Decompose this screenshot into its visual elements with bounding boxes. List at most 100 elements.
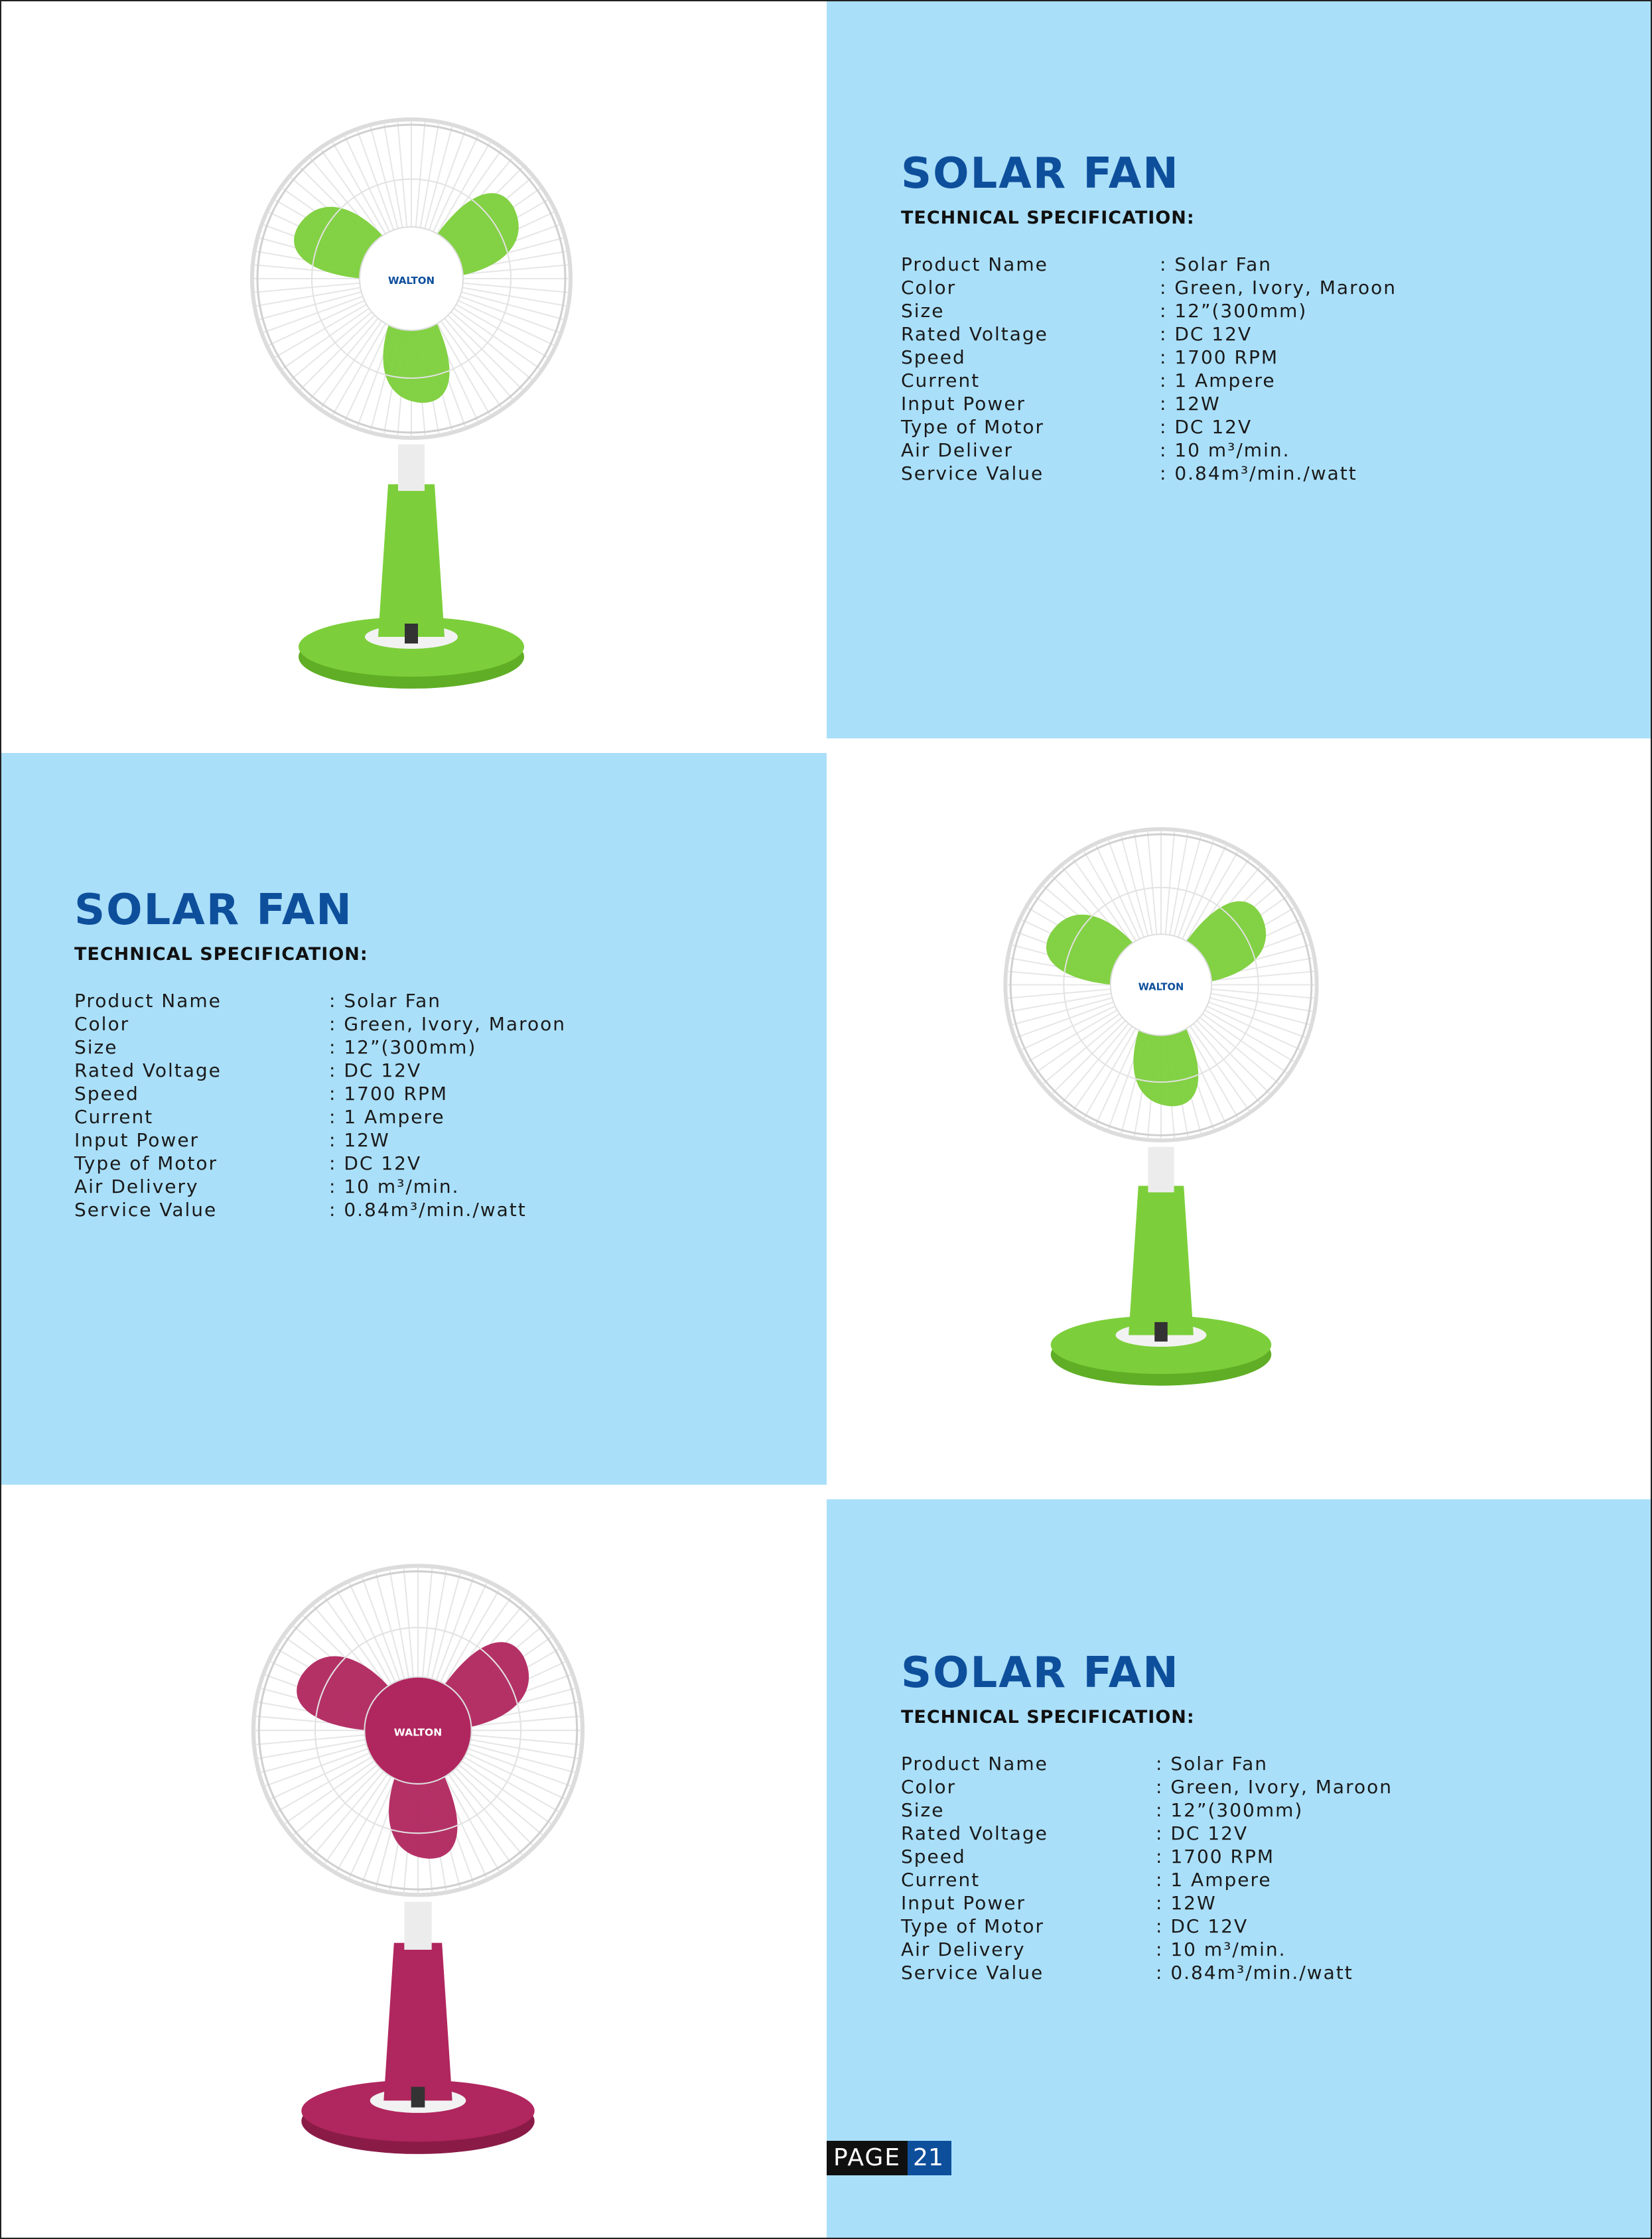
spec-value: : 10 m³/min. xyxy=(329,1176,460,1197)
spec-label: Rated Voltage xyxy=(74,1059,222,1081)
spec-row: Color : Green, Ivory, Maroon xyxy=(901,1775,1498,1798)
spec-value: : DC 12V xyxy=(1156,1822,1249,1844)
spec-label: Size xyxy=(74,1036,118,1058)
spec-value: : 12W xyxy=(1156,1892,1217,1914)
spec-row: Color : Green, Ivory, Maroon xyxy=(74,1012,671,1036)
spec-row: Current : 1 Ampere xyxy=(901,369,1498,392)
spec-row: Input Power : 12W xyxy=(901,1891,1498,1915)
spec-label: Current xyxy=(901,370,981,391)
page-label: PAGE xyxy=(827,2141,908,2175)
spec-row: Size : 12”(300mm) xyxy=(74,1036,671,1059)
spec-label: Color xyxy=(74,1013,130,1035)
spec-row: Service Value : 0.84m³/min./watt xyxy=(901,1961,1498,1984)
spec-row: Rated Voltage: DC 12V xyxy=(901,1822,1498,1845)
spec-label: Input Power xyxy=(901,393,1026,415)
spec-list: Product Name : Solar Fan Color : Green, Ivo… xyxy=(74,989,671,1221)
spec-row: Air Delivery : 10 m³/min. xyxy=(901,1938,1498,1961)
spec-value: : DC 12V xyxy=(1160,323,1253,345)
spec-label: Color xyxy=(901,277,957,299)
spec-value: : 1 Ampere xyxy=(1156,1869,1272,1891)
spec-row: Rated Voltage: DC 12V xyxy=(74,1059,671,1082)
spec-row: Type of Motor: DC 12V xyxy=(901,1915,1498,1938)
section-title: SOLAR FAN xyxy=(74,886,353,935)
spec-row: Product Name : Solar Fan xyxy=(901,1752,1498,1775)
spec-row: Input Power : 12W xyxy=(901,392,1498,415)
green-fan-image: WALTON xyxy=(989,823,1334,1406)
spec-value: : 12”(300mm) xyxy=(329,1036,477,1058)
spec-label: Color xyxy=(901,1776,957,1798)
spec-row: Size: 12”(300mm) xyxy=(901,1798,1498,1822)
spec-label: Type of Motor xyxy=(901,416,1045,438)
spec-value: : 12W xyxy=(1160,393,1221,415)
spec-row: Air Deliver: 10 m³/min. xyxy=(901,439,1498,462)
section-subtitle: TECHNICAL SPECIFICATION: xyxy=(901,1707,1195,1728)
spec-label: Type of Motor xyxy=(74,1152,218,1174)
spec-row: Color : Green, Ivory, Maroon xyxy=(901,276,1498,299)
spec-value: : 0.84m³/min./watt xyxy=(329,1199,527,1221)
spec-label: Input Power xyxy=(901,1892,1026,1914)
spec-value: : Solar Fan xyxy=(1160,253,1273,275)
spec-label: Size xyxy=(901,300,945,322)
spec-label: Air Delivery xyxy=(901,1938,1026,1960)
spec-row: Product Name : Solar Fan xyxy=(901,253,1498,276)
svg-text:WALTON: WALTON xyxy=(1138,981,1184,992)
spec-value: : Green, Ivory, Maroon xyxy=(1160,277,1397,299)
spec-label: Air Delivery xyxy=(74,1176,199,1197)
green-fan-image: WALTON xyxy=(245,113,577,710)
spec-label: Speed xyxy=(901,1846,966,1867)
spec-row: Service Value : 0.84m³/min./watt xyxy=(74,1198,671,1221)
page-number-tag: PAGE 21 xyxy=(827,2141,951,2175)
section-subtitle: TECHNICAL SPECIFICATION: xyxy=(74,944,368,965)
spec-label: Service Value xyxy=(901,462,1044,484)
section-title: SOLAR FAN xyxy=(901,1649,1180,1698)
spec-row: Service Value : 0.84m³/min./watt xyxy=(901,462,1498,485)
spec-label: Current xyxy=(901,1869,981,1891)
page-number: 21 xyxy=(908,2141,951,2175)
spec-value: : 1 Ampere xyxy=(1160,370,1276,391)
spec-value: : 0.84m³/min./watt xyxy=(1160,462,1357,484)
spec-row: Product Name : Solar Fan xyxy=(74,989,671,1012)
section-title: SOLAR FAN xyxy=(901,149,1180,198)
spec-value: : 1700 RPM xyxy=(329,1083,448,1105)
spec-label: Product Name xyxy=(901,1753,1048,1775)
spec-value: : Green, Ivory, Maroon xyxy=(1156,1776,1393,1798)
spec-value: : 1 Ampere xyxy=(329,1106,445,1128)
spec-label: Product Name xyxy=(901,253,1048,275)
spec-row: Type of Motor : DC 12V xyxy=(901,415,1498,439)
spec-value: : 12W xyxy=(329,1129,390,1151)
spec-value: : 10 m³/min. xyxy=(1160,439,1290,461)
spec-panel-1: SOLAR FAN TECHNICAL SPECIFICATION: Produ… xyxy=(827,0,1652,738)
spec-row: Air Delivery : 10 m³/min. xyxy=(74,1175,671,1198)
spec-row: Current : 1 Ampere xyxy=(74,1105,671,1128)
spec-row: Current : 1 Ampere xyxy=(901,1868,1498,1891)
spec-row: Speed : 1700 RPM xyxy=(74,1082,671,1105)
spec-label: Rated Voltage xyxy=(901,323,1048,345)
spec-value: : 12”(300mm) xyxy=(1160,300,1308,322)
spec-list: Product Name : Solar Fan Color : Green, Ivo… xyxy=(901,253,1498,485)
spec-label: Product Name xyxy=(74,990,222,1012)
spec-panel-3: SOLAR FAN TECHNICAL SPECIFICATION: Produ… xyxy=(827,1499,1652,2239)
svg-text:WALTON: WALTON xyxy=(388,275,435,287)
spec-label: Service Value xyxy=(901,1962,1044,1984)
spec-value: : 10 m³/min. xyxy=(1156,1938,1286,1960)
spec-value: : Solar Fan xyxy=(1156,1753,1269,1775)
spec-list: Product Name : Solar Fan Color : Green, Ivo… xyxy=(901,1752,1498,1984)
spec-label: Service Value xyxy=(74,1199,218,1221)
spec-row: Input Power: 12W xyxy=(74,1128,671,1152)
spec-value: : Solar Fan xyxy=(329,990,442,1012)
spec-row: Type of Motor: DC 12V xyxy=(74,1152,671,1175)
section-subtitle: TECHNICAL SPECIFICATION: xyxy=(901,208,1195,228)
spec-row: Rated Voltage : DC 12V xyxy=(901,322,1498,346)
spec-value: : DC 12V xyxy=(1156,1915,1249,1937)
spec-label: Speed xyxy=(74,1083,139,1105)
spec-value: : 0.84m³/min./watt xyxy=(1156,1962,1353,1984)
spec-value: : Green, Ivory, Maroon xyxy=(329,1013,566,1035)
spec-label: Current xyxy=(74,1106,154,1128)
spec-value: : 1700 RPM xyxy=(1160,346,1278,368)
spec-row: Size : 12”(300mm) xyxy=(901,299,1498,322)
spec-value: : 1700 RPM xyxy=(1156,1846,1274,1867)
spec-row: Speed: 1700 RPM xyxy=(901,346,1498,369)
spec-value: : DC 12V xyxy=(1160,416,1253,438)
spec-panel-2: SOLAR FAN TECHNICAL SPECIFICATION: Produ… xyxy=(0,753,827,1485)
spec-value: : 12”(300mm) xyxy=(1156,1799,1304,1821)
